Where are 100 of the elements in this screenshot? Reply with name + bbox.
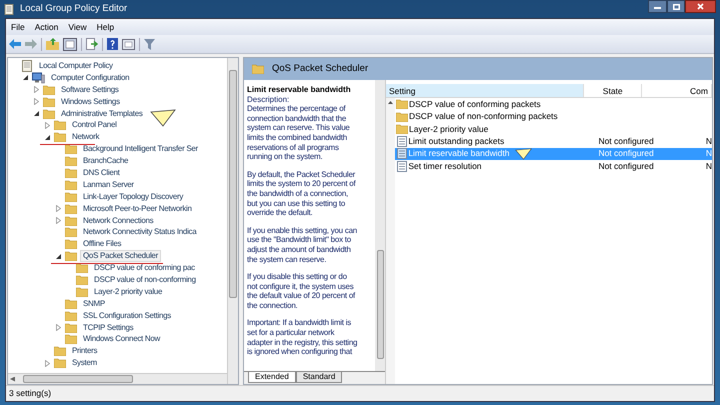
tree-item[interactable]: SSL Configuration Settings: [80, 310, 174, 322]
folder-icon: [54, 346, 66, 356]
description-text: limits the combined bandwidth: [247, 132, 348, 143]
tree-item[interactable]: Software Settings: [58, 84, 122, 96]
close-button[interactable]: [685, 0, 716, 13]
folder-icon: [396, 99, 408, 110]
tree-item[interactable]: SNMP: [80, 298, 108, 310]
folder-icon: [65, 298, 77, 309]
folder-icon: [252, 64, 264, 74]
tree-item[interactable]: BranchCache: [80, 155, 132, 168]
tree-item[interactable]: QoS Packet Scheduler: [80, 250, 161, 262]
folder-icon: [65, 322, 77, 333]
column-header[interactable]: State: [584, 84, 642, 97]
state-cell-text: Not configured: [598, 147, 655, 160]
description-text: adapter in the registry, this setting: [247, 338, 358, 348]
view-tab[interactable]: Standard: [296, 372, 342, 383]
export-icon[interactable]: [86, 38, 98, 50]
description-scrollbar[interactable]: [375, 80, 385, 371]
collapsed-arrow-icon[interactable]: [34, 98, 38, 106]
tree-item[interactable]: DSCP value of conforming pac: [91, 262, 198, 274]
scroll-up-icon[interactable]: [388, 101, 393, 104]
tree-item[interactable]: Printers: [69, 345, 100, 358]
folder-icon: [65, 310, 77, 321]
pane-title: QoS Packet Scheduler: [272, 62, 368, 76]
expanded-arrow-icon[interactable]: [34, 111, 38, 116]
menu-item[interactable]: Action: [30, 20, 64, 34]
folder-icon: [396, 112, 408, 122]
column-header[interactable]: Com: [642, 84, 712, 97]
folder-icon: [54, 358, 66, 368]
tree-item[interactable]: Network: [69, 131, 102, 144]
collapsed-arrow-icon[interactable]: [34, 86, 38, 94]
description-text: Important: If a bandwidth limit is: [247, 318, 352, 328]
tree-item[interactable]: DSCP value of non-conforming: [91, 274, 199, 286]
tree-item[interactable]: Control Panel: [69, 119, 120, 132]
collapsed-arrow-icon[interactable]: [56, 324, 60, 332]
forward-icon[interactable]: [25, 39, 37, 49]
tree-item[interactable]: Windows Settings: [58, 96, 123, 108]
tree-item[interactable]: Computer Configuration: [48, 72, 132, 84]
menu-item[interactable]: View: [63, 20, 92, 34]
menu-item[interactable]: Help: [92, 20, 120, 34]
tree-toggle-icon[interactable]: [63, 38, 77, 50]
tree-item[interactable]: System: [69, 357, 100, 370]
tree-item[interactable]: Administrative Templates: [58, 108, 146, 120]
view-tab[interactable]: Extended: [248, 372, 296, 383]
tree-item[interactable]: Windows Connect Now: [80, 333, 163, 346]
tree-item[interactable]: Network Connections: [80, 214, 156, 227]
expanded-arrow-icon[interactable]: [56, 254, 60, 259]
description-text: override the default.: [247, 208, 314, 218]
tree-item[interactable]: Network Connectivity Status Indica: [80, 226, 200, 238]
tree-item[interactable]: Link-Layer Topology Discovery: [80, 190, 186, 203]
tree-item[interactable]: DNS Client: [80, 166, 123, 179]
tree-item[interactable]: Layer-2 priority value: [91, 286, 166, 298]
collapsed-arrow-icon[interactable]: [44, 122, 50, 129]
menu-item[interactable]: File: [6, 20, 30, 34]
collapsed-arrow-icon[interactable]: [56, 205, 60, 212]
description-text: limits the system to 20 percent of: [247, 179, 357, 189]
collapsed-arrow-icon[interactable]: [56, 217, 60, 224]
expanded-arrow-icon[interactable]: [44, 134, 50, 140]
description-text: connection bandwidth that the: [247, 114, 348, 124]
settings-row[interactable]: DSCP value of conforming packets: [395, 98, 712, 110]
tree-item[interactable]: Microsoft Peer-to-Peer Networkin: [80, 202, 195, 215]
description-text: If you disable this setting or do: [247, 272, 348, 282]
comment-cell: N: [706, 135, 712, 148]
description-text: set for a particular network: [247, 328, 336, 338]
horizontal-scrollbar[interactable]: [8, 373, 227, 384]
vertical-scrollbar[interactable]: [227, 58, 238, 384]
help-icon[interactable]: [107, 38, 118, 50]
description-text: the connection.: [247, 300, 299, 310]
back-icon[interactable]: [9, 39, 21, 49]
settings-row[interactable]: DSCP value of non-conforming packets: [395, 110, 712, 123]
folder-icon: [76, 286, 88, 297]
filter-icon[interactable]: [144, 38, 155, 50]
settings-row[interactable]: Limit outstanding packets Not configured N: [395, 135, 712, 148]
properties-icon[interactable]: [122, 38, 135, 50]
description-text: the default value of 20 percent of: [247, 291, 356, 301]
tree-item[interactable]: Offline Files: [80, 238, 124, 250]
setting-name: DSCP value of non-conforming packets: [409, 110, 558, 123]
column-header[interactable]: Setting: [386, 84, 584, 97]
description-text: not configure it, the system uses: [247, 282, 354, 292]
setting-icon: [396, 148, 407, 160]
description-text: but you can use this setting to: [247, 198, 346, 208]
tree-item[interactable]: Local Computer Policy: [36, 60, 116, 72]
folder-icon: [76, 274, 88, 285]
tree-item[interactable]: Lanman Server: [80, 178, 137, 191]
maximize-button[interactable]: [667, 0, 685, 13]
settings-row[interactable]: Set timer resolution Not configured N: [395, 160, 712, 172]
minimize-icon: [654, 7, 661, 9]
description-text: use the "Bandwidth limit" box to: [247, 235, 352, 245]
maximize-icon: [672, 4, 680, 10]
setting-name: Set timer resolution: [408, 160, 482, 173]
description-text: Determines the percentage of: [247, 104, 346, 114]
folder-icon: [65, 156, 77, 166]
settings-row[interactable]: Layer-2 priority value: [395, 122, 712, 136]
collapsed-arrow-icon[interactable]: [44, 360, 50, 367]
tree-item[interactable]: Background Intelligent Transfer Ser: [80, 143, 201, 156]
expanded-arrow-icon[interactable]: [22, 75, 28, 80]
tree-item[interactable]: TCPIP Settings: [80, 322, 136, 334]
up-folder-icon[interactable]: [46, 38, 59, 50]
description-text: By default, the Packet Scheduler: [247, 170, 356, 180]
minimize-button[interactable]: [648, 0, 667, 13]
